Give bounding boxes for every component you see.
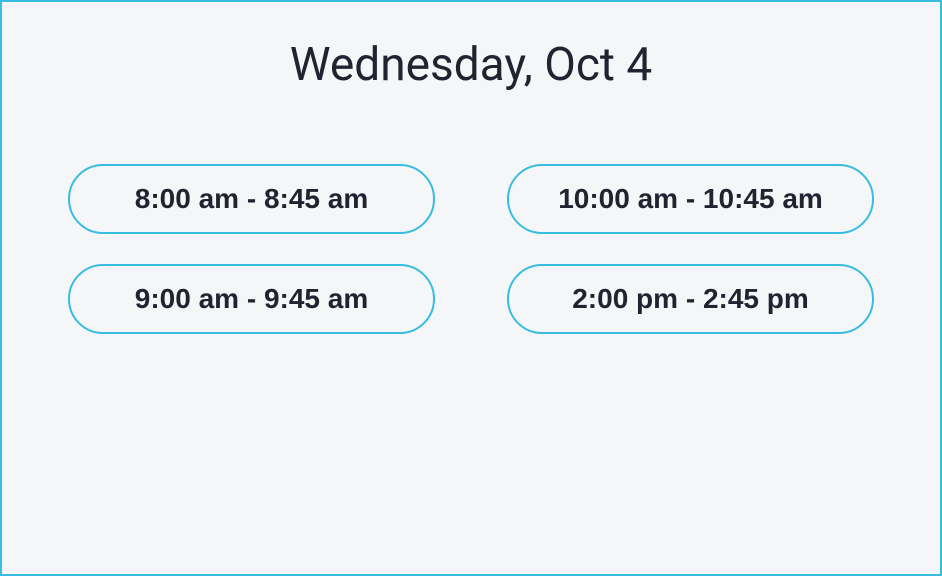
time-slot-label: 8:00 am - 8:45 am — [135, 183, 368, 215]
time-slot-button[interactable]: 9:00 am - 9:45 am — [68, 264, 435, 334]
time-slot-picker: Wednesday, Oct 4 8:00 am - 8:45 am 10:00… — [0, 0, 942, 576]
time-slot-label: 9:00 am - 9:45 am — [135, 283, 368, 315]
time-slot-button[interactable]: 8:00 am - 8:45 am — [68, 164, 435, 234]
time-slots-grid: 8:00 am - 8:45 am 10:00 am - 10:45 am 9:… — [62, 164, 880, 334]
time-slot-label: 10:00 am - 10:45 am — [558, 183, 823, 215]
time-slot-label: 2:00 pm - 2:45 pm — [572, 283, 809, 315]
time-slot-button[interactable]: 2:00 pm - 2:45 pm — [507, 264, 874, 334]
date-title: Wednesday, Oct 4 — [62, 38, 880, 92]
time-slot-button[interactable]: 10:00 am - 10:45 am — [507, 164, 874, 234]
